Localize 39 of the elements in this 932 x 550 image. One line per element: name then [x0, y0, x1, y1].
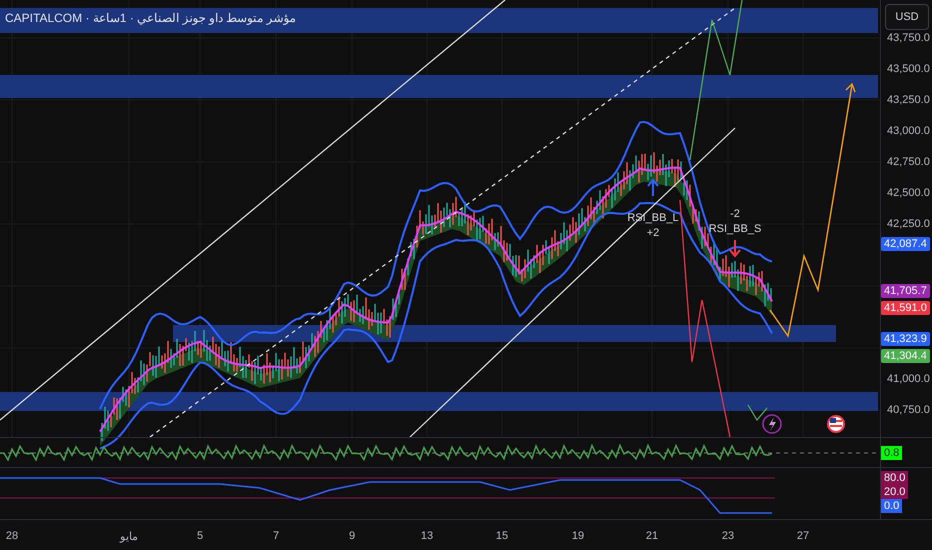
value-label: 20.0	[881, 485, 908, 499]
time-tick: 23	[722, 530, 734, 542]
time-tick: 13	[420, 530, 434, 542]
value-label: 80.0	[881, 471, 908, 485]
price-label: 41,705.7	[881, 284, 930, 298]
price-label: 42,087.4	[881, 237, 930, 252]
time-tick: مايو	[120, 530, 138, 543]
time-tick: 5	[196, 530, 204, 542]
currency-button[interactable]: USD	[885, 4, 929, 30]
time-tick: 15	[496, 530, 508, 542]
signal-label: RSI_BB_S	[708, 223, 762, 235]
price-tick: 43,500.0	[887, 63, 930, 75]
price-label: 41,304.4	[881, 348, 930, 363]
price-tick: 42,500.0	[887, 187, 930, 199]
signal-count: -2	[730, 208, 740, 220]
time-tick: 7	[272, 530, 280, 542]
value-label: 0.8	[881, 446, 902, 460]
down-arrow-icon	[729, 239, 741, 258]
chart-title: CAPITALCOM · مؤشر متوسط داو جونز الصناعي · 1ساعة	[5, 11, 296, 25]
price-tick: 41,000.0	[887, 373, 930, 385]
price-tick: 43,250.0	[887, 94, 930, 106]
price-tick: 40,750.0	[887, 404, 930, 416]
price-label: 41,591.0	[881, 301, 930, 316]
price-tick: 43,000.0	[887, 125, 930, 137]
time-tick: 21	[646, 530, 658, 542]
time-tick: 28	[6, 530, 18, 542]
time-tick: 19	[572, 530, 584, 542]
price-tick: 43,750.0	[887, 32, 930, 44]
value-label: 0.0	[881, 499, 902, 513]
flag-icon[interactable]	[827, 415, 845, 433]
up-arrow-icon	[647, 178, 659, 197]
lightning-icon[interactable]	[762, 414, 782, 434]
price-tick: 42,250.0	[887, 218, 930, 230]
price-label: 41,323.9	[881, 332, 930, 346]
price-tick: 42,750.0	[887, 156, 930, 168]
time-tick: 27	[796, 530, 810, 542]
time-tick: 9	[348, 530, 356, 542]
projection-line	[747, 404, 768, 422]
signal-count: +2	[646, 227, 660, 239]
